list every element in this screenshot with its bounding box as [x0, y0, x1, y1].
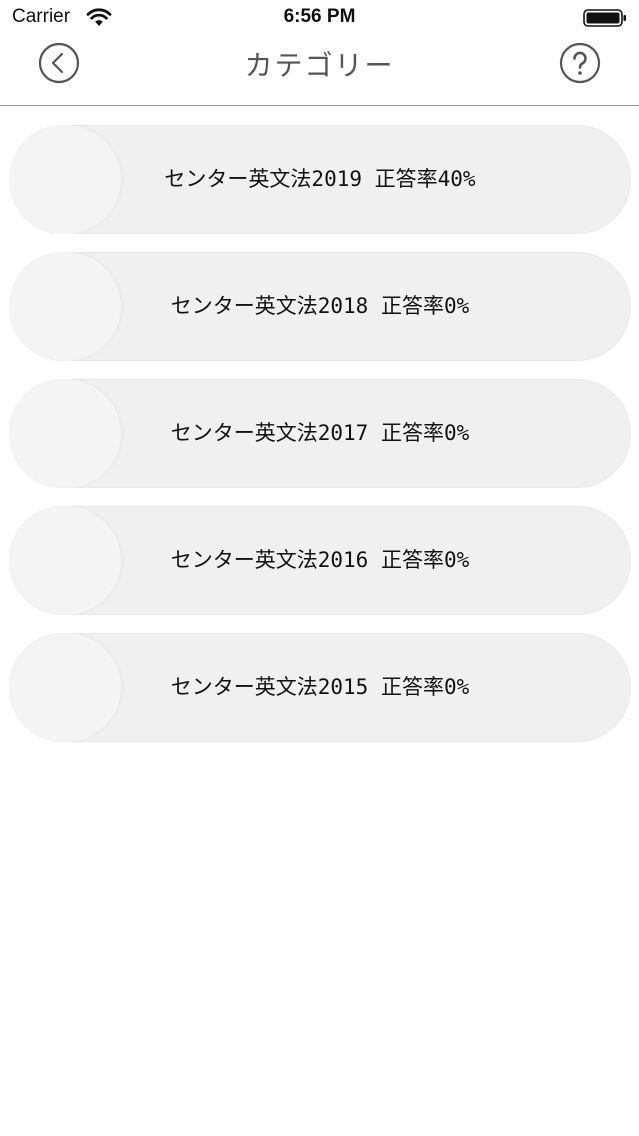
- category-item[interactable]: センター英文法2019 正答率40%: [9, 125, 631, 234]
- category-label: センター英文法2018 正答率0%: [170, 294, 470, 318]
- navigation-bar: カテゴリー: [0, 36, 639, 106]
- category-item[interactable]: センター英文法2018 正答率0%: [9, 252, 631, 361]
- clock: 6:56 PM: [283, 6, 356, 27]
- category-item[interactable]: センター英文法2016 正答率0%: [9, 506, 631, 615]
- page-title: カテゴリー: [244, 49, 395, 82]
- battery-icon: [583, 9, 626, 27]
- category-item[interactable]: センター英文法2015 正答率0%: [9, 633, 631, 742]
- question-circle-icon: [559, 42, 601, 84]
- category-label: センター英文法2017 正答率0%: [170, 421, 470, 445]
- category-label: センター英文法2015 正答率0%: [170, 675, 470, 699]
- category-label: センター英文法2019 正答率40%: [164, 167, 476, 191]
- help-button[interactable]: [559, 42, 601, 84]
- category-item[interactable]: センター英文法2017 正答率0%: [9, 379, 631, 488]
- status-bar: Carrier 6:56 PM: [0, 0, 639, 36]
- category-label: センター英文法2016 正答率0%: [170, 548, 470, 572]
- category-list: センター英文法2019 正答率40% センター英文法2018 正答率0% センタ…: [9, 125, 631, 760]
